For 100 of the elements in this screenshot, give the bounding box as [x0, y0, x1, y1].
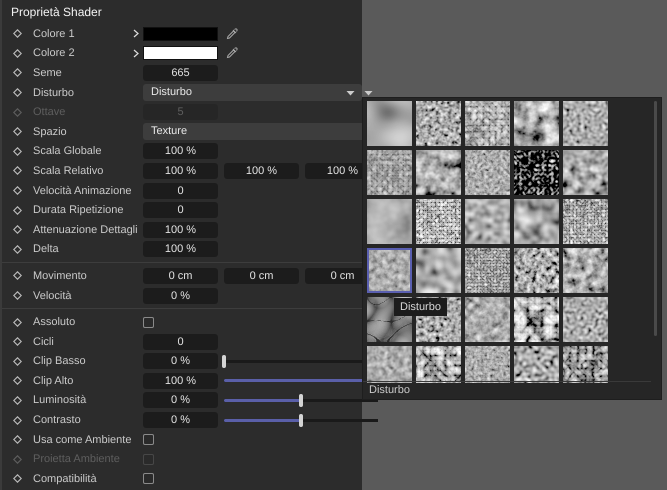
texture-thumbnail[interactable] [563, 248, 608, 293]
texture-thumbnail[interactable] [416, 248, 461, 293]
keyframe-diamond-icon[interactable] [13, 474, 22, 484]
texture-thumbnail[interactable] [367, 199, 412, 244]
color-swatch[interactable] [143, 26, 218, 41]
parameter-label: Scala Relativo [33, 164, 104, 177]
keyframe-diamond-icon[interactable] [13, 318, 22, 327]
texture-thumbnail[interactable] [367, 248, 412, 293]
parameter-label: Clip Basso [33, 355, 87, 368]
number-field[interactable]: 0 cm [143, 268, 218, 284]
keyframe-diamond-icon[interactable] [13, 166, 22, 176]
number-field[interactable]: 0 [143, 182, 218, 199]
keyframe-diamond-icon[interactable] [13, 376, 22, 386]
slider-thumb[interactable] [299, 394, 303, 407]
eyedropper-icon[interactable] [226, 28, 238, 40]
parameter-label: Delta [33, 243, 60, 256]
number-field[interactable]: 0 % [143, 353, 218, 370]
number-field[interactable]: 0 cm [224, 268, 299, 284]
texture-thumbnail[interactable] [367, 101, 412, 146]
number-field[interactable]: 100 % [143, 241, 218, 258]
texture-thumbnail[interactable] [514, 346, 559, 383]
parameter-label: Colore 2 [33, 47, 76, 60]
keyframe-diamond-icon[interactable] [13, 291, 22, 300]
keyframe-diamond-icon[interactable] [13, 225, 22, 234]
texture-thumbnail[interactable] [514, 248, 559, 293]
number-field[interactable]: 0 [143, 334, 218, 350]
eyedropper-icon[interactable] [226, 47, 238, 60]
texture-thumbnail[interactable] [514, 101, 559, 146]
checkbox[interactable] [143, 316, 154, 328]
slider-thumb[interactable] [299, 414, 303, 427]
texture-thumbnail[interactable] [465, 346, 510, 383]
panel-title: Proprietà Shader [10, 4, 103, 21]
number-field[interactable]: 100 % [224, 162, 299, 179]
number-field[interactable]: 665 [143, 64, 218, 81]
keyframe-diamond-icon[interactable] [13, 68, 22, 78]
texture-thumbnail[interactable] [416, 346, 461, 383]
texture-thumbnail[interactable] [416, 150, 461, 195]
number-field[interactable]: 100 % [143, 372, 218, 389]
keyframe-diamond-icon[interactable] [13, 356, 22, 366]
keyframe-diamond-icon[interactable] [13, 396, 22, 405]
number-field[interactable]: 100 % [143, 162, 218, 179]
chevron-right-icon[interactable] [133, 48, 139, 58]
color-swatch[interactable] [143, 46, 218, 60]
texture-thumbnail[interactable] [465, 248, 510, 293]
texture-thumbnail[interactable] [367, 150, 412, 195]
dropdown[interactable]: Disturbo [143, 84, 362, 102]
parameter-label: Attenuazione Dettagli [33, 224, 139, 236]
number-field[interactable]: 0 % [143, 392, 218, 408]
checkbox[interactable] [143, 434, 154, 446]
parameter-label: Seme [33, 66, 63, 79]
texture-thumbnail[interactable] [514, 297, 559, 342]
texture-thumbnail[interactable] [416, 199, 461, 244]
parameter-label: Colore 1 [33, 28, 76, 40]
texture-thumbnail[interactable] [465, 150, 510, 195]
keyframe-diamond-icon[interactable] [13, 337, 22, 346]
keyframe-diamond-icon[interactable] [13, 186, 22, 196]
parameter-label: Durata Ripetizione [33, 204, 124, 216]
parameter-label: Cicli [33, 336, 55, 348]
keyframe-diamond-icon[interactable] [13, 29, 22, 38]
parameter-label: Spazio [33, 126, 68, 138]
dropdown-caret-icon [346, 90, 355, 96]
tooltip: Disturbo [394, 298, 447, 316]
keyframe-diamond-icon[interactable] [13, 48, 22, 58]
parameter-label: Clip Alto [33, 374, 74, 387]
keyframe-diamond-icon[interactable] [13, 416, 22, 425]
texture-thumbnail[interactable] [563, 297, 608, 342]
number-field[interactable]: 0 % [143, 288, 218, 304]
keyframe-diamond-icon[interactable] [13, 146, 22, 156]
texture-thumbnail[interactable] [563, 101, 608, 146]
parameter-label: Contrasto [33, 414, 82, 426]
texture-thumbnail[interactable] [563, 150, 608, 195]
keyframe-diamond-icon[interactable] [13, 244, 22, 254]
chevron-right-icon[interactable] [133, 29, 139, 38]
texture-thumbnail[interactable] [367, 346, 412, 383]
texture-thumbnail[interactable] [514, 150, 559, 195]
preset-name: Disturbo [369, 384, 410, 396]
texture-thumbnail[interactable] [514, 199, 559, 244]
parameter-label: Assoluto [33, 316, 76, 328]
scrollbar[interactable] [654, 101, 657, 336]
slider-thumb[interactable] [222, 354, 226, 368]
keyframe-diamond-icon[interactable] [13, 88, 22, 98]
number-field[interactable]: 0 [143, 202, 218, 218]
texture-thumbnail[interactable] [563, 199, 608, 244]
number-field[interactable]: 0 % [143, 412, 218, 428]
parameter-label: Movimento [33, 270, 88, 282]
texture-thumbnail[interactable] [465, 199, 510, 244]
number-field[interactable]: 100 % [143, 143, 218, 160]
keyframe-diamond-icon[interactable] [13, 127, 22, 136]
keyframe-diamond-icon[interactable] [13, 206, 22, 215]
parameter-label: Velocità [33, 290, 73, 302]
parameter-label: Disturbo [33, 86, 75, 99]
keyframe-diamond-icon[interactable] [13, 435, 22, 444]
number-field[interactable]: 100 % [143, 222, 218, 238]
keyframe-diamond-icon[interactable] [13, 271, 22, 280]
texture-thumbnail[interactable] [465, 297, 510, 342]
checkbox[interactable] [143, 473, 154, 484]
texture-thumbnail[interactable] [416, 101, 461, 146]
parameter-label: Compatibilità [33, 472, 98, 485]
parameter-label: Velocità Animazione [33, 184, 132, 197]
texture-thumbnail[interactable] [563, 346, 608, 383]
